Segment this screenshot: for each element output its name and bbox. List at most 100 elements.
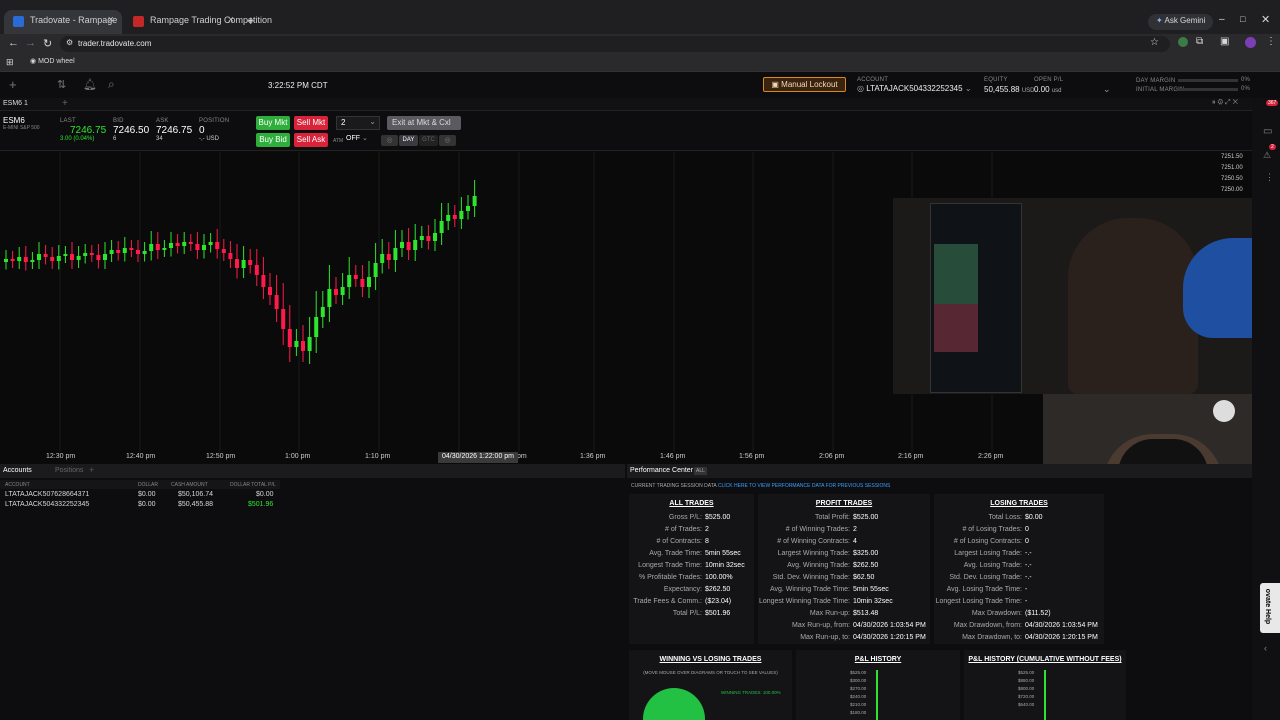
sidepanel-icon[interactable]: ▣ — [1220, 36, 1229, 47]
day-tif-button[interactable]: DAY — [399, 135, 418, 146]
open-pl-label: OPEN P/L — [1034, 77, 1064, 83]
x-tick-label: 2:26 pm — [978, 453, 1004, 460]
stat-row: Std. Dev. Winning Trade: $62.50 — [772, 574, 875, 581]
webcam-overlay-top — [893, 198, 1280, 394]
atm-selector[interactable]: OFF ⌄ — [346, 134, 376, 147]
add-tab-icon[interactable]: + — [89, 465, 94, 475]
bookmark-star-icon[interactable]: ☆ — [1150, 37, 1159, 48]
gtc-tif-button[interactable]: GTC — [419, 135, 438, 146]
extension-icon[interactable] — [1178, 37, 1188, 47]
x-tick-label: 2:06 pm — [819, 453, 845, 460]
candle-body — [43, 254, 48, 257]
last-value: 7246.75 — [70, 125, 107, 136]
chat-icon[interactable]: ▭ — [1263, 126, 1272, 137]
quantity-input[interactable]: 2 ⌄ — [336, 116, 380, 130]
all-badge[interactable]: ALL — [694, 467, 707, 475]
chevron-down-icon[interactable]: ⌄ — [1103, 84, 1111, 95]
previous-sessions-link[interactable]: CLICK HERE TO VIEW PERFORMANCE DATA FOR … — [718, 483, 890, 489]
bookmark-mod-wheel[interactable]: ◉ MOD wheel — [30, 57, 75, 65]
axis-tick-label: $270.00 — [850, 686, 867, 691]
collapse-icon[interactable]: ‹ — [1264, 643, 1267, 653]
notification-badge[interactable]: 367 — [1266, 100, 1279, 106]
reload-icon[interactable]: ↻ — [43, 37, 52, 50]
stat-row: Max Drawdown, from: 04/30/2026 1:03:54 PM — [953, 622, 1098, 629]
candle-body — [360, 279, 365, 287]
candle-body — [433, 233, 437, 241]
candle-body — [367, 277, 371, 287]
gemini-icon: ✦ — [1156, 16, 1163, 25]
puzzle-icon[interactable]: ⧉ — [1196, 36, 1203, 47]
apps-grid-icon[interactable]: ⊞ — [6, 57, 14, 68]
help-tab[interactable]: ovate Help — [1260, 583, 1280, 633]
profile-avatar[interactable] — [1245, 37, 1256, 48]
position-label: POSITION — [199, 118, 230, 124]
rampage-favicon-icon — [133, 16, 144, 27]
person-silhouette — [1068, 218, 1198, 394]
candle-body — [30, 260, 35, 262]
y-tick-label: 7250.50 — [1221, 176, 1243, 182]
bookmarks-bar: ⊞ ◉ MOD wheel — [0, 54, 1280, 72]
candle-body — [301, 341, 305, 351]
performance-title[interactable]: Performance Center — [630, 467, 693, 474]
site-info-icon[interactable]: ⚙ — [66, 38, 73, 47]
candle-body — [446, 215, 451, 221]
exit-at-market-cancel-button[interactable]: Exit at Mkt & Cxl — [387, 116, 461, 130]
bell-icon[interactable]: 🔔︎ — [83, 78, 97, 91]
tab-tradovate[interactable]: Tradovate - Rampage × — [4, 10, 122, 34]
tab-positions[interactable]: Positions — [55, 467, 83, 474]
win-pie-slice[interactable] — [643, 688, 705, 720]
stat-row: Avg. Losing Trade: -.- — [963, 562, 1032, 569]
pl-history-bar[interactable] — [876, 670, 878, 720]
account-selector[interactable]: ◎ LTATAJACK504332252345 ⌄ — [857, 84, 972, 93]
performance-tab-row: Performance Center ALL — [627, 464, 1252, 478]
tab-esm6[interactable]: ESM6 1 — [3, 100, 28, 107]
last-change: 3.00 (0.04%) — [60, 136, 95, 142]
winning-label: WINNING TRADES: 100.00% — [721, 690, 781, 695]
candle-body — [347, 275, 352, 287]
candle-body — [149, 244, 154, 251]
add-tab-icon[interactable]: + — [62, 98, 68, 109]
day-margin-bar — [1178, 79, 1238, 82]
ask-gemini-button[interactable]: ✦ Ask Gemini — [1148, 14, 1214, 30]
url-field[interactable]: ⚙ trader.tradovate.com ☆ — [60, 36, 1170, 52]
menu-kebab-icon[interactable]: ⋮ — [1266, 36, 1276, 47]
candle-body — [452, 215, 457, 219]
transfer-icon[interactable]: ⇅ — [57, 78, 66, 91]
back-icon[interactable]: ← — [8, 37, 19, 49]
axis-tick-label: $240.00 — [850, 694, 867, 699]
close-icon[interactable]: × — [108, 14, 114, 26]
buy-market-button[interactable]: Buy Mkt — [256, 116, 290, 130]
table-row[interactable]: LTATAJACK507628664371 $0.00 $50,106.74 $… — [0, 490, 280, 500]
close-icon[interactable]: × — [228, 14, 234, 26]
new-tab-icon[interactable]: + — [247, 13, 255, 28]
sell-ask-button[interactable]: Sell Ask — [294, 133, 328, 147]
account-label: ACCOUNT — [857, 77, 889, 83]
search-icon[interactable]: ⌕ — [108, 77, 115, 92]
more-icon[interactable]: ⋮ — [1265, 172, 1274, 183]
phone-red-zone — [934, 304, 978, 352]
window-controls-icon[interactable]: ⏸ ⚙ ⤢ ✕ — [1212, 99, 1238, 107]
sell-market-button[interactable]: Sell Mkt — [294, 116, 328, 130]
candle-body — [188, 242, 193, 244]
minimize-icon[interactable]: – — [1219, 14, 1225, 25]
manual-lockout-button[interactable]: ▣ Manual Lockout — [763, 77, 846, 92]
accounts-tab-row: Accounts Positions + — [0, 464, 625, 478]
tab-accounts[interactable]: Accounts — [3, 467, 32, 474]
tab-rampage[interactable]: Rampage Trading Competition × — [124, 10, 272, 34]
settings-icon[interactable]: ◎ — [439, 135, 456, 146]
symbol-name[interactable]: ESM6 — [3, 116, 25, 125]
bid-size: 6 — [113, 136, 117, 142]
candle-body — [274, 295, 279, 309]
toggle-icon[interactable]: ◎ — [381, 135, 398, 146]
table-row[interactable]: LTATAJACK504332252345 $0.00 $50,455.88 $… — [0, 500, 280, 510]
warning-icon[interactable]: ⚠ — [1263, 150, 1271, 161]
pl-cumulative-bar[interactable] — [1044, 670, 1046, 720]
buy-bid-button[interactable]: Buy Bid — [256, 133, 290, 147]
url-text: trader.tradovate.com — [78, 39, 152, 48]
close-window-icon[interactable]: ✕ — [1261, 13, 1270, 26]
quote-bar: ESM6 E-MINI S&P 500 LAST 7246.75 3.00 (0… — [0, 111, 1252, 151]
maximize-icon[interactable]: □ — [1240, 14, 1245, 24]
add-icon[interactable]: + — [9, 77, 17, 92]
candle-body — [116, 250, 121, 253]
forward-icon[interactable]: → — [25, 37, 36, 49]
